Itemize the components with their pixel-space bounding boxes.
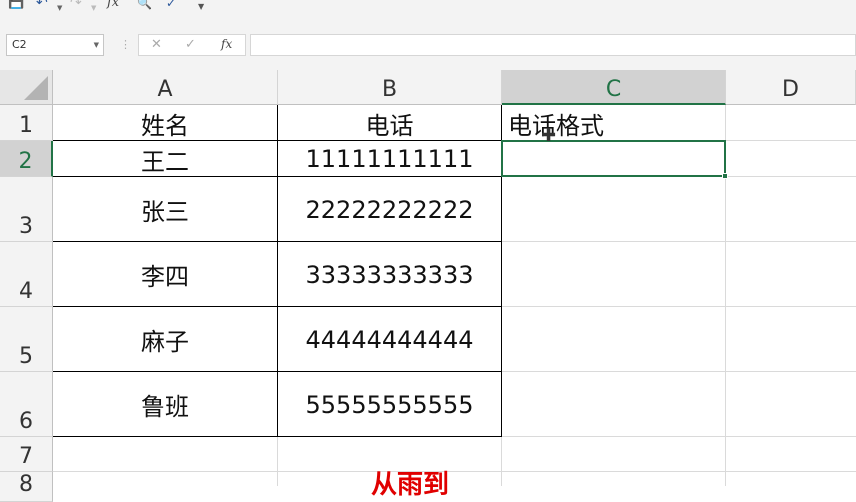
row-header-6[interactable]: 6 [0, 372, 53, 437]
column-header-b[interactable]: B [278, 70, 502, 105]
formula-input[interactable] [250, 34, 856, 56]
select-all-button[interactable] [0, 70, 53, 105]
row-header-7[interactable]: 7 [0, 437, 53, 472]
enter-icon[interactable]: ✓ [185, 37, 196, 52]
insert-function-button[interactable]: fx [221, 37, 232, 51]
name-box-value: C2 [12, 38, 27, 51]
cell-a3[interactable]: 张三 [53, 177, 277, 242]
row-header-8[interactable]: 8 [0, 472, 53, 502]
chevron-down-icon[interactable]: ▼ [94, 35, 99, 55]
column-header-c[interactable]: C [502, 70, 726, 105]
cell-cursor-icon: ✚ [541, 125, 557, 146]
cell-b3[interactable]: 22222222222 [278, 177, 501, 242]
caption-overlay: 从雨到 [370, 470, 449, 498]
spelling-icon[interactable]: ✓ [166, 0, 176, 11]
customize-toolbar-icon[interactable]: ▼ [198, 0, 204, 15]
cell-b4[interactable]: 33333333333 [278, 242, 501, 307]
row-header-3[interactable]: 3 [0, 177, 53, 242]
cell-b1[interactable]: 电话 [278, 105, 501, 141]
column-header-d[interactable]: D [726, 70, 856, 105]
formula-buttons: ✕ ✓ fx [138, 34, 246, 56]
name-box[interactable]: C2 ▼ [6, 34, 104, 56]
cell-a2[interactable]: 王二 [53, 141, 277, 177]
row-header-4[interactable]: 4 [0, 242, 53, 307]
column-header-a[interactable]: A [53, 70, 278, 105]
cell-a5[interactable]: 麻子 [53, 307, 277, 372]
undo-icon[interactable]: ↶ [36, 0, 48, 11]
active-cell-c2[interactable] [501, 140, 726, 177]
cell-b5[interactable]: 44444444444 [278, 307, 501, 372]
cell-c1[interactable]: 电话格式 [502, 105, 725, 141]
cell-a1[interactable]: 姓名 [53, 105, 277, 141]
fill-handle[interactable] [722, 173, 728, 179]
save-icon[interactable]: 💾 [8, 0, 24, 11]
cell-a6[interactable]: 鲁班 [53, 372, 277, 437]
row-header-2[interactable]: 2 [0, 141, 53, 177]
formula-bar-grip-icon: ⋮ [120, 38, 131, 51]
row-header-5[interactable]: 5 [0, 307, 53, 372]
cell-a4[interactable]: 李四 [53, 242, 277, 307]
formula-bar-area: C2 ▼ ⋮ ✕ ✓ fx [0, 14, 856, 70]
cell-b6[interactable]: 55555555555 [278, 372, 501, 437]
redo-icon[interactable]: ↷ [70, 0, 82, 11]
quick-access-toolbar: 💾 ↶ ▼ ↷ ▼ fx 🔍 ✓ ▼ [0, 0, 856, 14]
row-header-1[interactable]: 1 [0, 105, 53, 141]
cancel-icon[interactable]: ✕ [151, 37, 162, 52]
cell-b2[interactable]: 11111111111 [278, 141, 501, 177]
insert-function-icon[interactable]: fx [107, 0, 119, 11]
print-preview-icon[interactable]: 🔍 [137, 0, 152, 11]
